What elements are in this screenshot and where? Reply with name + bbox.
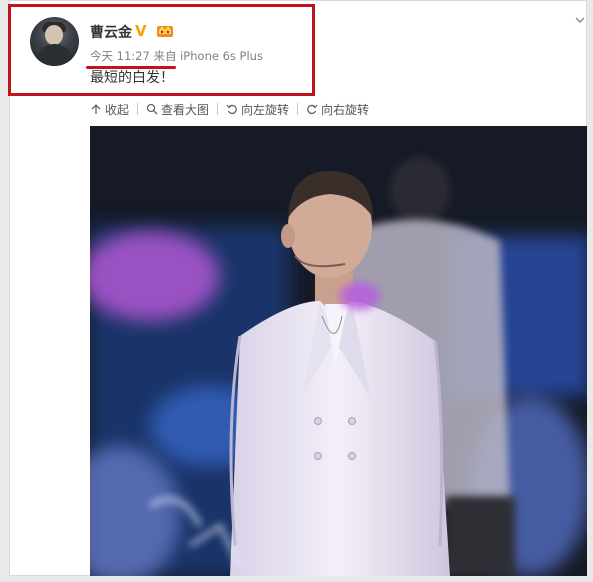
- view-large-label: 查看大图: [161, 102, 210, 117]
- rotate-left-icon: [226, 104, 237, 115]
- toolbar-divider: [137, 103, 139, 115]
- toolbar-divider: [217, 103, 219, 115]
- image-toolbar: 收起 查看大图 向左旋转 向右旋转: [90, 101, 369, 117]
- photo-content: [90, 126, 587, 576]
- rotate-left-button[interactable]: 向左旋转: [226, 101, 289, 118]
- post-photo[interactable]: [90, 126, 587, 576]
- rotate-right-label: 向右旋转: [321, 102, 370, 117]
- rotate-right-icon: [307, 104, 318, 115]
- rotate-right-button[interactable]: 向右旋转: [306, 101, 369, 118]
- search-icon: [146, 103, 158, 115]
- arrow-up-icon: [91, 104, 101, 114]
- rotate-left-label: 向左旋转: [241, 102, 290, 117]
- chevron-down-icon[interactable]: [574, 14, 586, 26]
- collapse-label: 收起: [105, 102, 130, 117]
- highlight-annotation-box: [8, 4, 315, 96]
- collapse-button[interactable]: 收起: [90, 101, 129, 118]
- toolbar-divider: [297, 103, 299, 115]
- view-large-button[interactable]: 查看大图: [146, 101, 209, 118]
